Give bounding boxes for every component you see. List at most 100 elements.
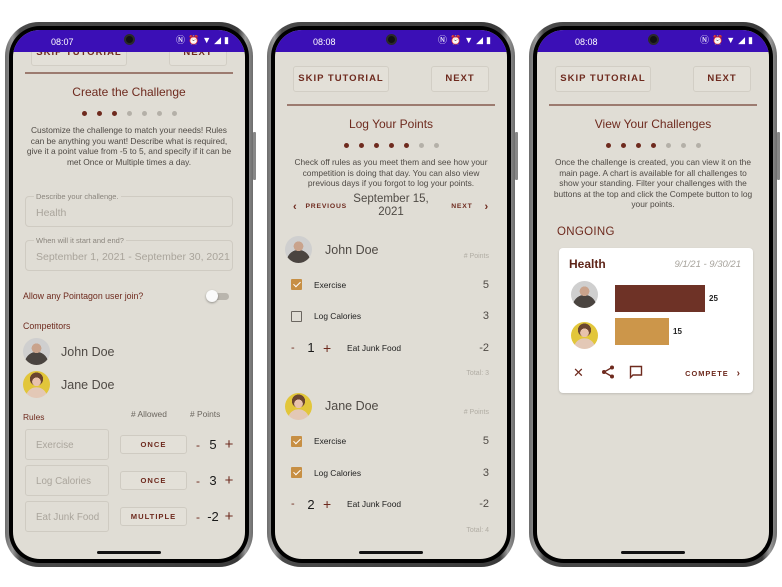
rule-log-row: Exercise 5	[285, 425, 497, 457]
status-icons: Ⓝ ⏰ ▼ ◢ ▮	[438, 35, 491, 46]
rule-log-row: Log Calories 3	[285, 300, 497, 332]
rule-points: 3	[482, 310, 489, 323]
rule-row: Eat Junk Food MULTIPLE - -2 +	[23, 501, 235, 537]
rule-points: -2	[479, 341, 489, 354]
toggle-knob	[206, 290, 218, 303]
phone-view-challenges: 08:08 Ⓝ ⏰ ▼ ◢ ▮ SKIP TUTORIAL NEXT View …	[529, 22, 780, 567]
step-dot	[96, 111, 102, 116]
avatar	[23, 338, 50, 366]
share-icon[interactable]	[601, 365, 615, 383]
allowed-button[interactable]: MULTIPLE	[120, 507, 187, 527]
step-dot	[620, 143, 626, 148]
close-icon[interactable]: ✕	[573, 365, 584, 381]
alarm-icon: ⏰	[187, 35, 200, 45]
rule-log-row: -1 + Eat Junk Food -2	[285, 332, 497, 364]
challenge-title: Health	[569, 256, 606, 271]
rule-checkbox[interactable]	[291, 467, 302, 479]
step-dot	[156, 111, 162, 116]
allow-join-label: Allow any Pointagon user join?	[23, 291, 144, 302]
skip-tutorial-button[interactable]: SKIP TUTORIAL	[555, 66, 651, 92]
increment-button[interactable]: +	[323, 496, 333, 512]
allow-join-toggle[interactable]	[206, 290, 229, 303]
nfc-icon: Ⓝ	[175, 35, 185, 45]
rule-log-row: Exercise 5	[285, 269, 497, 301]
chevron-right-icon: ›	[484, 200, 489, 213]
phone-log-points: 08:08 Ⓝ ⏰ ▼ ◢ ▮ SKIP TUTORIAL NEXT Log Y…	[267, 22, 518, 567]
challenge-card[interactable]: Health 9/1/21 - 9/30/21 25 15 ✕ COMPETE …	[559, 247, 753, 393]
decrement-button[interactable]: -	[193, 474, 203, 488]
rule-checkbox[interactable]	[291, 310, 302, 322]
challenge-dates: 9/1/21 - 9/30/21	[674, 258, 741, 270]
field-label: Describe your challenge.	[34, 192, 121, 202]
points-stepper: - 3 +	[193, 471, 235, 490]
step-dot	[433, 143, 439, 148]
rule-row: Log Calories ONCE - 3 +	[23, 465, 235, 501]
status-time: 08:08	[313, 37, 336, 47]
date-range-field[interactable]: When will it start and end? September 1,…	[25, 236, 233, 272]
status-bar: 08:08 Ⓝ ⏰ ▼ ◢ ▮	[537, 30, 769, 52]
alarm-icon: ⏰	[449, 35, 462, 45]
home-indicator[interactable]	[359, 551, 423, 554]
decrement-button[interactable]: -	[291, 498, 299, 510]
front-camera	[386, 34, 397, 45]
person-header: John Doe # Points	[285, 231, 497, 269]
compete-button[interactable]: COMPETE ›	[685, 368, 741, 379]
screen: 08:07 Ⓝ ⏰ ▼ ◢ ▮ SKIP TUTORIAL NEXT Creat…	[13, 30, 245, 559]
home-indicator[interactable]	[97, 551, 161, 554]
allowed-button[interactable]: ONCE	[120, 435, 187, 455]
status-time: 08:08	[575, 37, 598, 47]
step-dot	[403, 143, 409, 148]
step-indicator	[285, 143, 497, 148]
status-icons: Ⓝ ⏰ ▼ ◢ ▮	[700, 35, 753, 46]
points-stepper: - -2 +	[193, 507, 235, 526]
score-label: 25	[709, 293, 718, 303]
rule-name-input[interactable]: Log Calories	[25, 465, 109, 497]
rule-name: Eat Junk Food	[347, 342, 402, 353]
status-icons: Ⓝ ⏰ ▼ ◢ ▮	[176, 35, 229, 46]
rule-name: Exercise	[314, 279, 347, 290]
count-stepper: -1 +	[291, 340, 333, 356]
competitors-label: Competitors	[23, 321, 71, 332]
power-button	[515, 132, 518, 180]
avatar	[285, 392, 312, 420]
rule-checkbox[interactable]	[291, 279, 302, 291]
next-day-button[interactable]: NEXT ›	[451, 201, 489, 213]
next-button[interactable]: NEXT	[431, 66, 489, 92]
phone-create-challenge: 08:07 Ⓝ ⏰ ▼ ◢ ▮ SKIP TUTORIAL NEXT Creat…	[5, 22, 256, 567]
step-dot	[605, 143, 611, 148]
signal-icon: ◢	[476, 35, 484, 45]
description: Once the challenge is created, you can v…	[553, 157, 753, 210]
allowed-button[interactable]: ONCE	[120, 471, 187, 491]
competitor-item: John Doe	[23, 335, 235, 368]
increment-button[interactable]: +	[223, 472, 235, 489]
decrement-button[interactable]: -	[193, 510, 203, 524]
competitor-item: Jane Doe	[23, 368, 235, 401]
field-value: Health	[36, 207, 67, 220]
decrement-button[interactable]: -	[193, 438, 203, 452]
description: Check off rules as you meet them and see…	[294, 157, 488, 189]
rule-name-input[interactable]: Exercise	[25, 429, 109, 461]
next-button[interactable]: NEXT	[693, 66, 751, 92]
decrement-button[interactable]: -	[291, 342, 299, 354]
rule-name-input[interactable]: Eat Junk Food	[25, 501, 109, 533]
avatar	[285, 236, 312, 264]
comment-icon[interactable]	[629, 365, 643, 383]
page-title: Create the Challenge	[72, 85, 186, 99]
rule-points: 5	[482, 435, 489, 448]
front-camera	[648, 34, 659, 45]
rule-checkbox[interactable]	[291, 435, 302, 447]
person-header: Jane Doe # Points	[285, 387, 497, 425]
increment-button[interactable]: +	[223, 436, 235, 453]
increment-button[interactable]: +	[223, 508, 235, 525]
total-points: Total: 4	[466, 526, 489, 534]
score-bar	[615, 317, 669, 345]
signal-icon: ◢	[738, 35, 746, 45]
step-dot	[171, 111, 177, 116]
competitor-name: John Doe	[61, 344, 115, 359]
increment-button[interactable]: +	[323, 340, 333, 356]
wifi-icon: ▼	[464, 35, 474, 45]
describe-challenge-field[interactable]: Describe your challenge. Health	[25, 192, 233, 228]
skip-tutorial-button[interactable]: SKIP TUTORIAL	[293, 66, 389, 92]
home-indicator[interactable]	[621, 551, 685, 554]
points-stepper: - 5 +	[193, 435, 235, 454]
